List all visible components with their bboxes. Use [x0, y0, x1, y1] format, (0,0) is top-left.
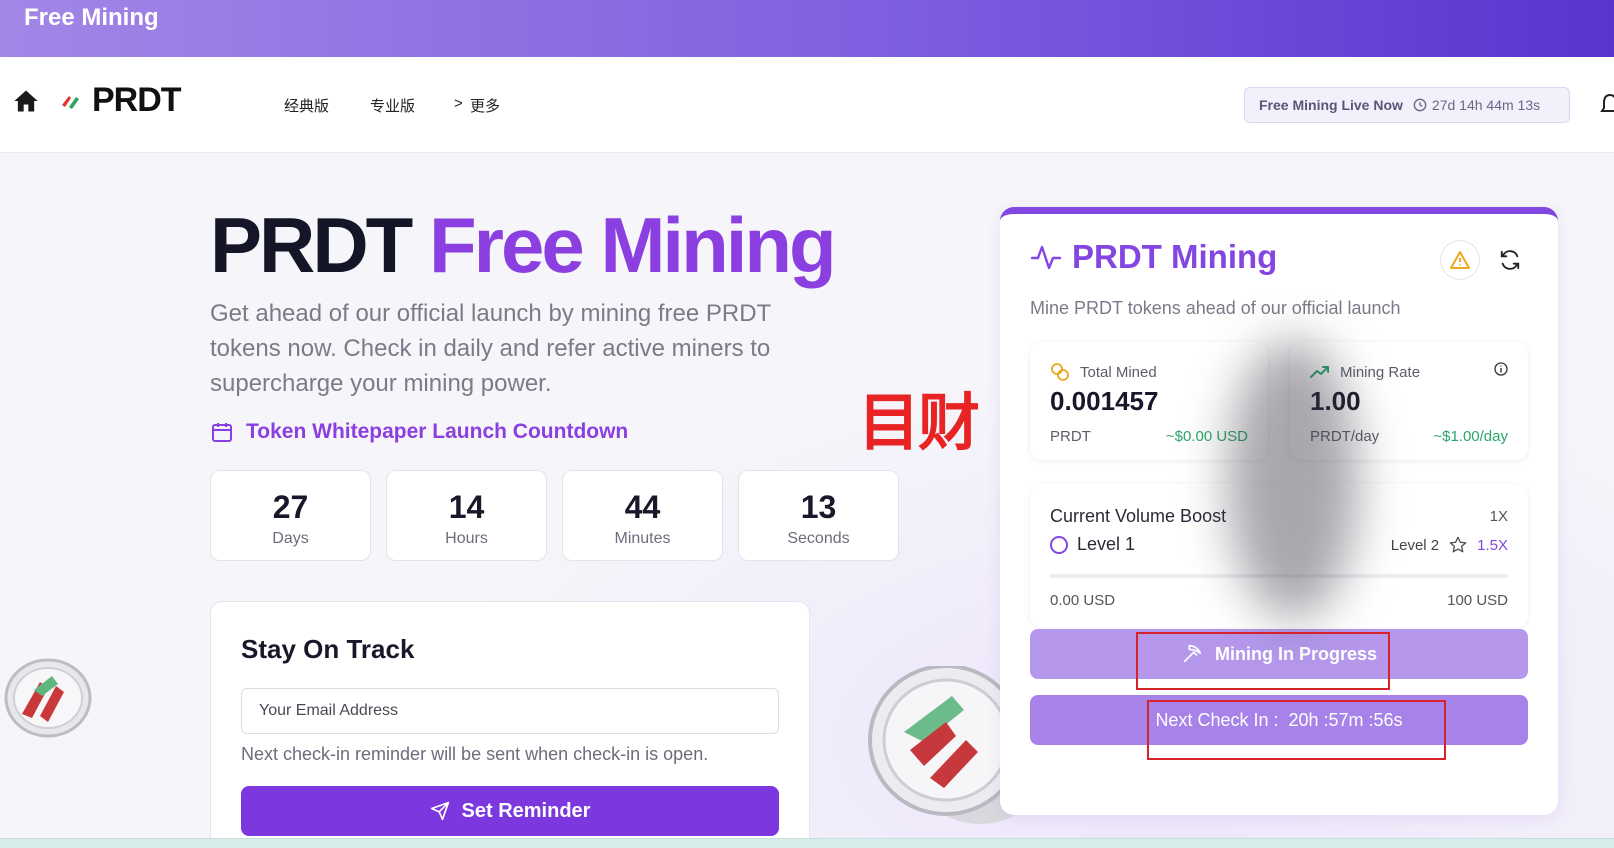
star-icon: [1449, 536, 1467, 553]
current-multiplier: 1X: [1489, 508, 1508, 525]
prdt-coin-small-image: [4, 658, 92, 738]
set-reminder-button[interactable]: Set Reminder: [241, 786, 779, 836]
pickaxe-icon: [1183, 644, 1202, 663]
countdown-seconds: 13 Seconds: [738, 470, 899, 561]
next-level: Level 2 1.5X: [1391, 536, 1508, 554]
reminder-note: Next check-in reminder will be sent when…: [241, 744, 709, 764]
mining-rate-label: Mining Rate: [1340, 363, 1421, 381]
live-countdown-value: 27d 14h 44m 13s: [1431, 97, 1541, 113]
countdown-label: Days: [272, 530, 309, 547]
clock-icon: [1413, 98, 1427, 112]
next-check-in-button[interactable]: Next Check In : 20h :57m :56s: [1030, 695, 1528, 745]
refresh-icon: [1500, 250, 1520, 270]
overlay-red-text: 目财: [858, 386, 980, 459]
logo-text[interactable]: PRDT: [92, 81, 182, 120]
countdown-label: Hours: [445, 530, 488, 547]
coins-icon: [1051, 363, 1069, 381]
current-level-label: Level 1: [1077, 534, 1136, 554]
live-label: Free Mining Live Now: [1259, 97, 1403, 113]
mining-in-progress-button[interactable]: Mining In Progress: [1030, 629, 1528, 679]
warning-icon: [1450, 251, 1470, 269]
bell-icon[interactable]: [1600, 93, 1614, 117]
banner-title: Free Mining: [24, 4, 159, 31]
level-ring-icon: [1050, 535, 1068, 554]
nav-link-more[interactable]: 更多: [470, 95, 500, 116]
calendar-icon: [212, 423, 232, 442]
chevron-right-icon: >: [454, 95, 463, 112]
countdown-value: 44: [624, 489, 661, 525]
activity-icon: [1030, 245, 1062, 270]
stay-on-track-heading: Stay On Track: [241, 634, 415, 664]
live-countdown-pill[interactable]: Free Mining Live Now 27d 14h 44m 13s: [1244, 87, 1570, 123]
mining-card-title: PRDT Mining: [1030, 238, 1277, 276]
countdown-value: 13: [800, 489, 837, 525]
whitepaper-label: Token Whitepaper Launch Countdown: [246, 420, 629, 443]
next-check-in-label: Next Check In : 20h :57m :56s: [1155, 709, 1403, 730]
total-mined-label: Total Mined: [1080, 363, 1157, 381]
info-icon[interactable]: [1494, 362, 1508, 376]
home-icon[interactable]: [12, 87, 40, 115]
navbar: PRDT 经典版 专业版 > 更多 Free Mining Live Now 2…: [0, 57, 1614, 153]
current-level: Level 1: [1050, 534, 1135, 555]
whitepaper-countdown-heading: Token Whitepaper Launch Countdown: [210, 420, 628, 444]
stay-on-track-card: Stay On Track Next check-in reminder wil…: [210, 601, 810, 848]
nav-link-pro[interactable]: 专业版: [370, 95, 415, 116]
countdown-value: 14: [448, 489, 485, 525]
countdown-hours: 14 Hours: [386, 470, 547, 561]
send-icon: [430, 801, 449, 821]
total-mined-value: 0.001457: [1050, 386, 1159, 416]
top-banner: Free Mining: [0, 0, 1614, 57]
hero-title: PRDT Free Mining: [210, 200, 837, 291]
email-input[interactable]: [241, 688, 779, 734]
blurred-region: [1228, 340, 1358, 620]
nav-link-classic[interactable]: 经典版: [284, 95, 329, 116]
boost-max-label: 100 USD: [1447, 592, 1508, 609]
hero-title-accent: Free Mining: [429, 201, 837, 289]
countdown-days: 27 Days: [210, 470, 371, 561]
hero-title-plain: PRDT: [210, 201, 413, 289]
hero-description: Get ahead of our official launch by mini…: [210, 300, 771, 397]
warning-button[interactable]: [1440, 240, 1480, 280]
refresh-button[interactable]: [1494, 244, 1526, 276]
mining-rate-usd: ~$1.00/day: [1433, 428, 1508, 445]
countdown-label: Seconds: [787, 530, 850, 547]
volume-boost-heading: Current Volume Boost: [1050, 506, 1227, 526]
set-reminder-label: Set Reminder: [461, 799, 591, 822]
boost-min-label: 0.00 USD: [1050, 592, 1116, 609]
countdown-value: 27: [272, 489, 309, 525]
bottom-scroll-strip[interactable]: [0, 838, 1614, 848]
mining-subtitle: Mine PRDT tokens ahead of our official l…: [1030, 298, 1401, 318]
next-level-label: Level 2: [1390, 536, 1440, 554]
next-multiplier: 1.5X: [1477, 536, 1508, 554]
mining-in-progress-label: Mining In Progress: [1214, 643, 1378, 664]
countdown-minutes: 44 Minutes: [562, 470, 723, 561]
logo-mark-icon: [62, 96, 79, 109]
countdown-label: Minutes: [614, 530, 671, 547]
mining-title-text: PRDT Mining: [1072, 238, 1278, 275]
total-mined-header: Total Mined: [1050, 362, 1157, 382]
total-mined-unit: PRDT: [1050, 428, 1091, 445]
